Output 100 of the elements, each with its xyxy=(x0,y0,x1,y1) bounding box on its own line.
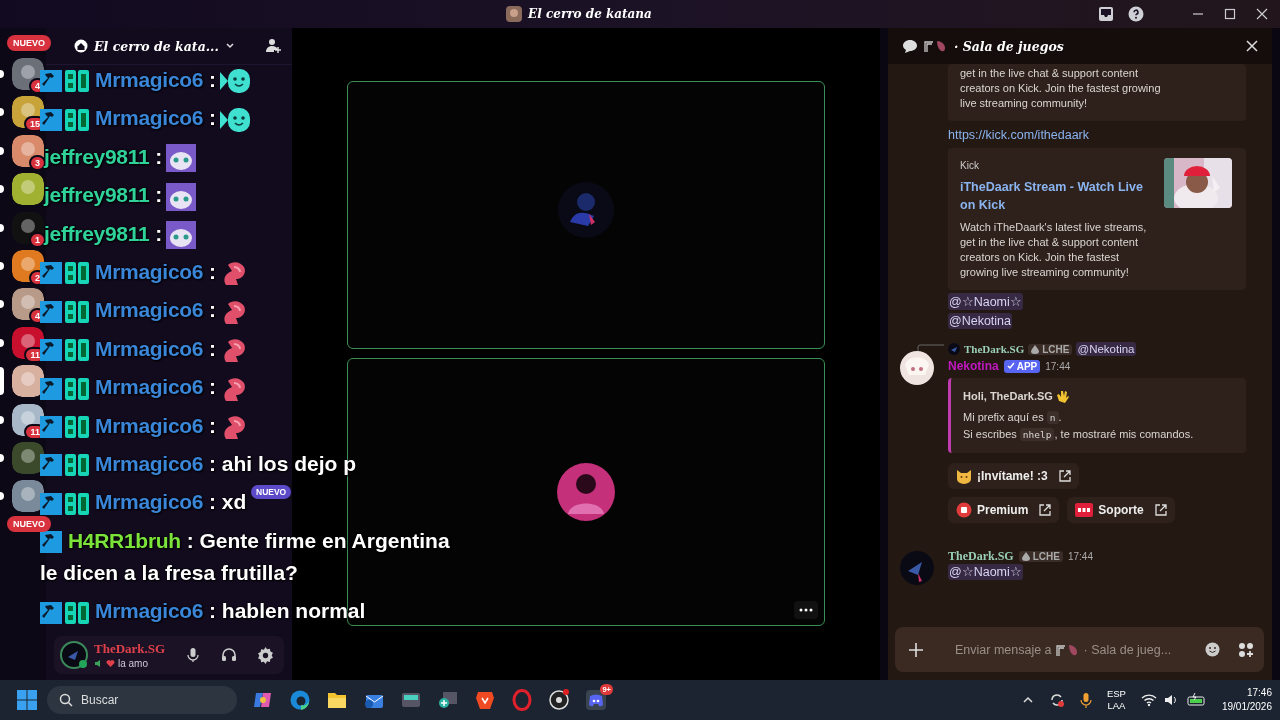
headphones-icon[interactable] xyxy=(221,647,237,663)
username: Mrmagico6 xyxy=(95,259,204,283)
waving-hand-icon xyxy=(1055,389,1070,403)
link-button[interactable]: Premium xyxy=(948,497,1060,523)
add-user-icon[interactable] xyxy=(266,38,282,54)
link-button[interactable]: Soporte xyxy=(1067,497,1175,523)
check-icon xyxy=(1006,362,1015,370)
username: Nekotina xyxy=(948,359,999,373)
search-field[interactable]: Buscar xyxy=(47,686,237,714)
user-avatar xyxy=(948,343,960,355)
server-icon[interactable] xyxy=(12,480,44,513)
external-link-icon xyxy=(1058,470,1071,482)
link-button[interactable]: ¡Invítame! :3 xyxy=(948,463,1079,489)
user-status: la amo xyxy=(118,658,148,669)
windows-start-icon[interactable] xyxy=(16,689,38,711)
user-mention[interactable]: @Nekotina xyxy=(948,313,1013,329)
emoji-icon[interactable] xyxy=(1205,642,1220,657)
username: Mrmagico6 xyxy=(95,451,204,475)
wifi-icon[interactable] xyxy=(1140,693,1157,707)
language-indicator[interactable]: ESP LAA xyxy=(1106,688,1126,712)
server-icon[interactable] xyxy=(12,365,44,398)
timestamp: 17:44 xyxy=(1045,360,1071,372)
username: TheDark.SG xyxy=(964,343,1025,355)
username: Mrmagico6 xyxy=(95,68,204,91)
browser-icon[interactable] xyxy=(289,689,311,711)
add-icon[interactable] xyxy=(909,642,923,657)
server-icon xyxy=(506,6,523,22)
external-link-icon xyxy=(1039,504,1052,516)
microphone-icon[interactable] xyxy=(185,647,201,663)
new-badge: NUEVO xyxy=(7,515,51,532)
channel-icon xyxy=(1055,642,1080,657)
cat-emote-icon xyxy=(166,182,197,211)
bot-avatar xyxy=(900,351,934,385)
message-text: : Gente firme en Argentina xyxy=(186,528,450,552)
more-options-button[interactable] xyxy=(794,601,818,619)
message-text: : xyxy=(155,144,163,168)
user-mention[interactable]: @☆Naomi☆ xyxy=(948,564,1023,580)
username: Mrmagico6 xyxy=(95,490,204,514)
link[interactable]: https://kick.com/ithedaark xyxy=(948,128,1246,142)
username: Mrmagico6 xyxy=(95,336,204,360)
username: jeffrey9811 xyxy=(44,183,150,207)
ghost-emote-icon xyxy=(220,68,250,95)
new-badge: NUEVO xyxy=(251,485,292,499)
cat-emote-icon xyxy=(166,144,197,173)
username: H4RR1bruh xyxy=(68,528,181,552)
battery-icon[interactable] xyxy=(1186,693,1207,707)
user-avatar xyxy=(900,551,934,585)
user-mention[interactable]: @☆Naomi☆ xyxy=(948,293,1023,310)
message-text: : xyxy=(209,106,216,130)
message-text: : xyxy=(155,221,163,245)
settings-icon[interactable] xyxy=(257,646,274,664)
magnifier-app-icon[interactable] xyxy=(437,689,459,711)
username: Mrmagico6 xyxy=(95,106,204,130)
speaker-icon xyxy=(94,659,103,668)
volume-icon[interactable] xyxy=(1163,693,1178,707)
cat-face-icon xyxy=(956,468,972,484)
role-tag: LCHE xyxy=(1028,343,1073,355)
server-icon[interactable] xyxy=(12,441,44,474)
maximize-icon[interactable] xyxy=(1224,8,1236,20)
channel-name: · Sala de juegos xyxy=(954,38,1064,54)
user-mention[interactable]: @Nekotina xyxy=(1076,342,1136,356)
app-badge: APP xyxy=(1003,359,1041,373)
clock[interactable]: 17:46 19/01/2026 xyxy=(1221,686,1272,714)
sos-icon xyxy=(1075,503,1094,517)
message-text: : xyxy=(209,375,216,399)
home-icon xyxy=(74,39,88,53)
cat-emote-icon xyxy=(166,221,197,249)
close-icon[interactable] xyxy=(1256,8,1268,20)
username: Mrmagico6 xyxy=(95,298,204,322)
message-text: : xyxy=(209,68,216,91)
message-text: : xyxy=(209,259,216,283)
inbox-icon[interactable] xyxy=(1098,6,1114,22)
username: Mrmagico6 xyxy=(95,375,204,399)
username: Mrmagico6 xyxy=(95,413,204,437)
heart-icon xyxy=(106,659,115,668)
message-text: : xyxy=(155,183,163,207)
chevron-icon[interactable] xyxy=(224,41,235,51)
embed-description: Watch iTheDaark's latest live streams, get in the live chat & support content creators on Kick. Join the fastest growing live streaming community! xyxy=(960,220,1148,280)
message-input[interactable]: Enviar mensaje a · Sala de jueg... xyxy=(895,627,1264,672)
close-icon[interactable] xyxy=(1246,40,1258,52)
server-icon[interactable] xyxy=(12,134,44,167)
channel-icon xyxy=(924,39,948,53)
message-text: : xyxy=(209,298,216,322)
embed-title[interactable]: iTheDaark Stream - Watch Live on Kick xyxy=(960,178,1150,214)
message-text: le dicen a la fresa frutilla? xyxy=(40,560,298,584)
apps-icon[interactable] xyxy=(1238,641,1254,658)
server-name: El cerro de kata... xyxy=(94,38,219,54)
stream-app-icon[interactable] xyxy=(548,689,570,711)
role-tag: LCHE xyxy=(1018,551,1063,562)
embed-text: Mi prefix aquí es n . xyxy=(963,410,1063,426)
microphone-icon[interactable] xyxy=(1079,692,1092,708)
chat-bubble-icon xyxy=(902,38,918,54)
ring-browser-icon[interactable] xyxy=(511,689,533,711)
username: Mrmagico6 xyxy=(95,599,204,623)
message-text: : xyxy=(209,336,216,360)
help-icon[interactable] xyxy=(1128,6,1144,22)
timestamp: 17:44 xyxy=(1067,551,1093,562)
server-icon[interactable] xyxy=(12,173,44,206)
sync-icon[interactable] xyxy=(1048,692,1065,708)
embed-provider: Kick xyxy=(960,159,980,173)
